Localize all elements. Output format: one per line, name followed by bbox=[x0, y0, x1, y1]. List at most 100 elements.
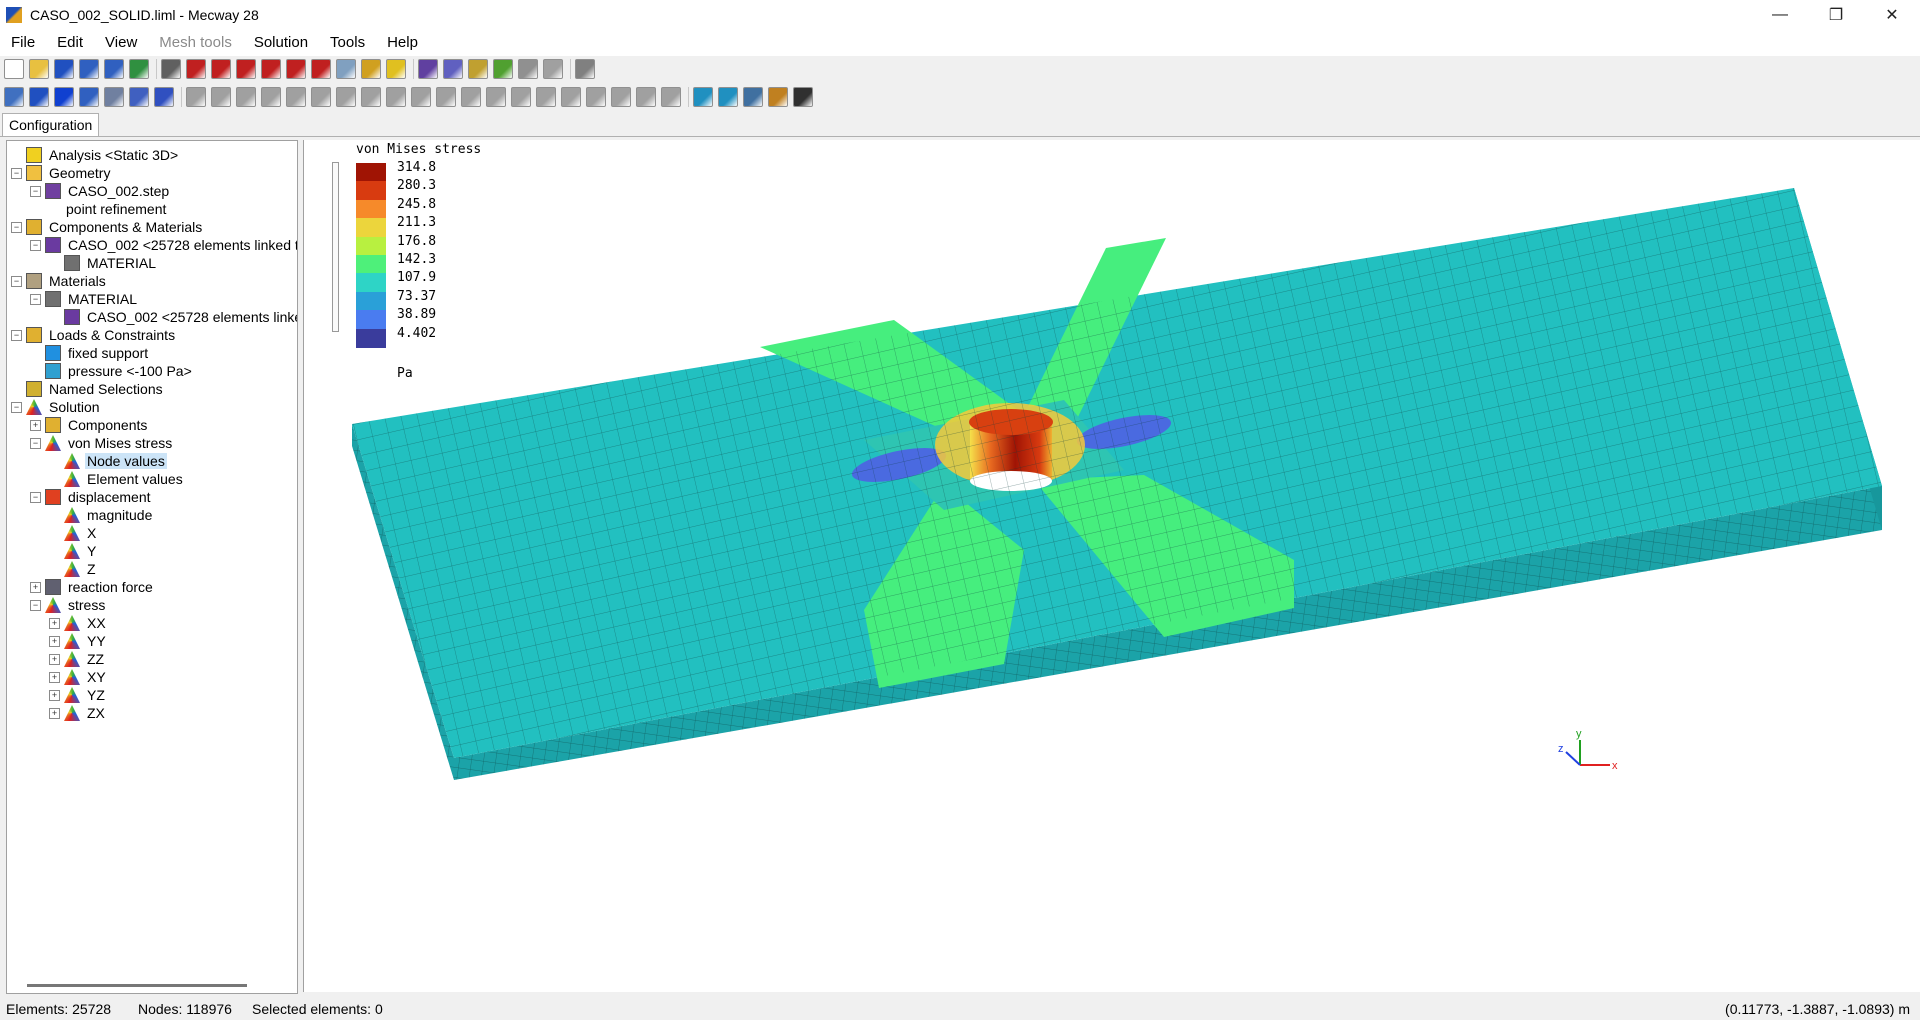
main-tool-1-icon[interactable] bbox=[29, 59, 49, 79]
tree-item[interactable]: + reaction force bbox=[30, 577, 155, 597]
menu-view[interactable]: View bbox=[94, 30, 148, 56]
collapse-icon[interactable]: − bbox=[30, 185, 41, 197]
tree-item[interactable]: + XX bbox=[49, 613, 108, 633]
tree-item[interactable]: − Materials bbox=[11, 271, 108, 291]
minimize-button[interactable]: — bbox=[1752, 0, 1808, 30]
main-tool-15-icon[interactable] bbox=[361, 59, 381, 79]
close-button[interactable]: ✕ bbox=[1864, 0, 1920, 30]
mesh-tool-12-icon[interactable] bbox=[286, 87, 306, 107]
tree-item[interactable]: Element values bbox=[49, 469, 185, 489]
menu-edit[interactable]: Edit bbox=[46, 30, 94, 56]
tree-item[interactable]: + Components bbox=[30, 415, 149, 435]
tree-item[interactable]: + YZ bbox=[49, 685, 107, 705]
main-tool-13-icon[interactable] bbox=[311, 59, 331, 79]
expand-icon[interactable]: + bbox=[49, 617, 60, 629]
main-tool-8-icon[interactable] bbox=[186, 59, 206, 79]
tree-horizontal-scrollbar[interactable] bbox=[27, 984, 247, 987]
tree-item[interactable]: − Geometry bbox=[11, 163, 112, 183]
main-tool-4-icon[interactable] bbox=[104, 59, 124, 79]
tree-item[interactable]: − CASO_002 <25728 elements linked to MATE… bbox=[30, 235, 297, 255]
tree-item[interactable]: − displacement bbox=[30, 487, 153, 507]
collapse-icon[interactable]: − bbox=[11, 329, 22, 341]
mesh-tool-17-icon[interactable] bbox=[411, 87, 431, 107]
tree-item[interactable]: MATERIAL bbox=[49, 253, 158, 273]
main-tool-19-icon[interactable] bbox=[443, 59, 463, 79]
tree-item[interactable]: − Loads & Constraints bbox=[11, 325, 177, 345]
menu-help[interactable]: Help bbox=[376, 30, 429, 56]
tree-item[interactable]: − CASO_002.step bbox=[30, 181, 171, 201]
tree-item[interactable]: − Components & Materials bbox=[11, 217, 204, 237]
main-tool-25-icon[interactable] bbox=[575, 59, 595, 79]
mesh-tool-13-icon[interactable] bbox=[311, 87, 331, 107]
collapse-icon[interactable]: − bbox=[30, 437, 41, 449]
tree-item[interactable]: magnitude bbox=[49, 505, 154, 525]
mesh-tool-22-icon[interactable] bbox=[536, 87, 556, 107]
mesh-tool-1-icon[interactable] bbox=[29, 87, 49, 107]
main-tool-22-icon[interactable] bbox=[518, 59, 538, 79]
mesh-tool-33-icon[interactable] bbox=[793, 87, 813, 107]
tree-item[interactable]: pressure <-100 Pa> bbox=[30, 361, 194, 381]
mesh-tool-30-icon[interactable] bbox=[718, 87, 738, 107]
expand-icon[interactable]: + bbox=[30, 419, 41, 431]
mesh-tool-16-icon[interactable] bbox=[386, 87, 406, 107]
expand-icon[interactable]: + bbox=[49, 689, 60, 701]
mesh-tool-27-icon[interactable] bbox=[661, 87, 681, 107]
main-tool-2-icon[interactable] bbox=[54, 59, 74, 79]
main-tool-5-icon[interactable] bbox=[129, 59, 149, 79]
mesh-tool-2-icon[interactable] bbox=[54, 87, 74, 107]
tree-item[interactable]: + ZZ bbox=[49, 649, 106, 669]
main-tool-16-icon[interactable] bbox=[386, 59, 406, 79]
tree-item[interactable]: CASO_002 <25728 elements linked> bbox=[49, 307, 297, 327]
mesh-tool-3-icon[interactable] bbox=[79, 87, 99, 107]
mesh-tool-10-icon[interactable] bbox=[236, 87, 256, 107]
main-tool-14-icon[interactable] bbox=[336, 59, 356, 79]
mesh-tool-24-icon[interactable] bbox=[586, 87, 606, 107]
menu-file[interactable]: File bbox=[0, 30, 46, 56]
main-tool-20-icon[interactable] bbox=[468, 59, 488, 79]
tree-item[interactable]: + XY bbox=[49, 667, 108, 687]
tree-item[interactable]: − Solution bbox=[11, 397, 102, 417]
main-tool-18-icon[interactable] bbox=[418, 59, 438, 79]
main-tool-7-icon[interactable] bbox=[161, 59, 181, 79]
tree-item[interactable]: + ZX bbox=[49, 703, 107, 723]
tree-item[interactable]: − MATERIAL bbox=[30, 289, 139, 309]
mesh-tool-29-icon[interactable] bbox=[693, 87, 713, 107]
mesh-tool-31-icon[interactable] bbox=[743, 87, 763, 107]
tree-item[interactable]: Analysis <Static 3D> bbox=[11, 145, 180, 165]
mesh-tool-32-icon[interactable] bbox=[768, 87, 788, 107]
3d-viewport[interactable]: x y z von Mises stress 314.8 280.3 245.8 21… bbox=[303, 140, 1920, 992]
collapse-icon[interactable]: − bbox=[30, 293, 41, 305]
main-tool-0-icon[interactable] bbox=[4, 59, 24, 79]
mesh-tool-4-icon[interactable] bbox=[104, 87, 124, 107]
mesh-tool-23-icon[interactable] bbox=[561, 87, 581, 107]
main-tool-23-icon[interactable] bbox=[543, 59, 563, 79]
main-tool-11-icon[interactable] bbox=[261, 59, 281, 79]
menu-mesh-tools[interactable]: Mesh tools bbox=[148, 30, 243, 56]
mesh-tool-6-icon[interactable] bbox=[154, 87, 174, 107]
mesh-tool-0-icon[interactable] bbox=[4, 87, 24, 107]
expand-icon[interactable]: + bbox=[49, 707, 60, 719]
collapse-icon[interactable]: − bbox=[30, 599, 41, 611]
expand-icon[interactable]: + bbox=[49, 653, 60, 665]
expand-icon[interactable]: + bbox=[49, 635, 60, 647]
tab-configuration[interactable]: Configuration bbox=[2, 113, 100, 136]
main-tool-21-icon[interactable] bbox=[493, 59, 513, 79]
mesh-tool-8-icon[interactable] bbox=[186, 87, 206, 107]
mesh-tool-9-icon[interactable] bbox=[211, 87, 231, 107]
mesh-tool-20-icon[interactable] bbox=[486, 87, 506, 107]
tree-item[interactable]: − von Mises stress bbox=[30, 433, 174, 453]
tree-item[interactable]: X bbox=[49, 523, 98, 543]
collapse-icon[interactable]: − bbox=[11, 221, 22, 233]
tree-item[interactable]: point refinement bbox=[49, 199, 168, 219]
mesh-tool-25-icon[interactable] bbox=[611, 87, 631, 107]
tree-item[interactable]: Z bbox=[49, 559, 98, 579]
main-tool-10-icon[interactable] bbox=[236, 59, 256, 79]
collapse-icon[interactable]: − bbox=[11, 167, 22, 179]
collapse-icon[interactable]: − bbox=[30, 491, 41, 503]
tree-item[interactable]: fixed support bbox=[30, 343, 150, 363]
tree-item[interactable]: + YY bbox=[49, 631, 108, 651]
expand-icon[interactable]: + bbox=[49, 671, 60, 683]
expand-icon[interactable]: + bbox=[30, 581, 41, 593]
collapse-icon[interactable]: − bbox=[11, 401, 22, 413]
mesh-tool-26-icon[interactable] bbox=[636, 87, 656, 107]
